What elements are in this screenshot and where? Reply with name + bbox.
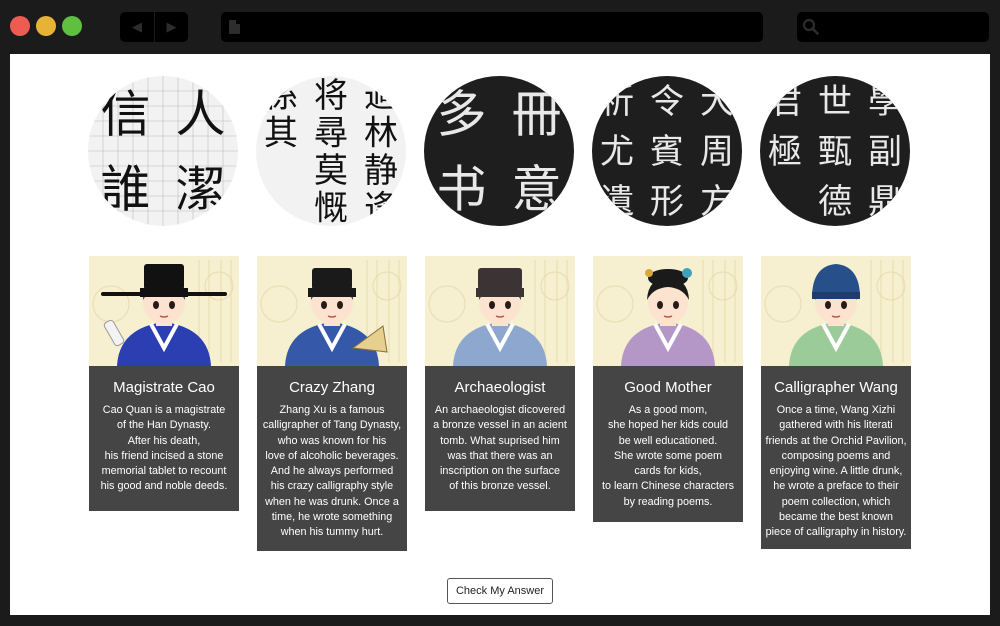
search-icon	[802, 18, 819, 35]
character-info: Calligrapher Wang Once a time, Wang Xizhi…	[761, 366, 911, 549]
regular-script-rubbing-glyph: 鼎	[868, 182, 902, 222]
regular-script-rubbing-glyph: 甄	[818, 132, 852, 172]
character-portrait	[761, 256, 911, 366]
character-name: Good Mother	[624, 379, 712, 396]
character-portrait	[593, 256, 743, 366]
cursive-script-rubbing-glyph: 冊	[512, 86, 562, 144]
character-card[interactable]: Good Mother As a good mom, she hoped her …	[593, 256, 743, 523]
character-portrait	[425, 256, 575, 366]
character-name: Archaeologist	[454, 379, 546, 396]
seal-script-rubbing-glyph: 賓	[650, 132, 684, 172]
cursive-script-rubbing-glyph: 意	[512, 161, 562, 219]
back-button[interactable]: ◀	[120, 12, 154, 42]
seal-script-rubbing-glyph: 遺	[600, 182, 634, 222]
browser-titlebar: ◀ ▶	[0, 0, 1000, 54]
character-info: Magistrate Cao Cao Quan is a magistrate o…	[89, 366, 239, 511]
character-description: Once a time, Wang Xizhi gathered with hi…	[765, 404, 907, 539]
character-card[interactable]: Crazy Zhang Zhang Xu is a famous calligra…	[257, 256, 407, 551]
forward-button[interactable]: ▶	[154, 12, 188, 42]
zoom-window-button[interactable]	[62, 16, 82, 36]
character-info: Crazy Zhang Zhang Xu is a famous calligra…	[257, 366, 407, 551]
close-window-button[interactable]	[10, 16, 30, 36]
running-script-sample-glyph: 莫	[314, 151, 348, 191]
running-script-sample-glyph: 慨	[314, 188, 348, 226]
regular-script-rubbing-glyph: 德	[818, 182, 852, 222]
cursive-script-rubbing-glyph: 多	[437, 86, 487, 144]
character-description: Zhang Xu is a famous calligrapher of Tan…	[262, 404, 402, 539]
seal-script-rubbing[interactable]: 大周方 令賓形 祈尤遺	[592, 76, 742, 226]
running-script-sample-glyph: 静	[364, 151, 398, 191]
character-description: Cao Quan is a magistrate of the Han Dyna…	[100, 404, 228, 493]
character-name: Crazy Zhang	[289, 379, 375, 396]
cursive-script-rubbing-glyph: 书	[437, 161, 487, 219]
regular-script-rubbing[interactable]: 學副鼎 世甄德 君極	[760, 76, 910, 226]
character-name: Calligrapher Wang	[774, 379, 898, 396]
browser-search-bar[interactable]	[797, 12, 989, 42]
running-script-sample-glyph: 適	[364, 76, 398, 116]
character-name: Magistrate Cao	[113, 379, 215, 396]
seal-script-rubbing-glyph: 尤	[600, 132, 634, 172]
regular-script-rubbing-glyph: 君	[768, 82, 802, 122]
seal-script-rubbing-glyph: 周	[700, 132, 734, 172]
seal-script-rubbing-glyph: 祈	[600, 82, 634, 122]
minimize-window-button[interactable]	[36, 16, 56, 36]
address-bar[interactable]	[221, 12, 763, 42]
calligraphy-grid-sample-glyph: 人	[176, 86, 226, 144]
running-script-sample-glyph: 尋	[314, 113, 348, 153]
character-portrait	[257, 256, 407, 366]
calligraphy-samples: 人潔信誰 適林静逢 将尋莫慨 係其 冊意多书 大周方 令賓形 祈尤遺 學副鼎 世甄德 君極	[88, 76, 912, 228]
check-my-answer-button[interactable]: Check My Answer	[447, 578, 553, 604]
navigation-buttons: ◀ ▶	[120, 12, 188, 42]
seal-script-rubbing-glyph: 大	[700, 82, 734, 122]
page-icon	[229, 20, 240, 34]
regular-script-rubbing-glyph: 世	[818, 82, 852, 122]
seal-script-rubbing-glyph: 令	[650, 82, 684, 122]
calligraphy-grid-sample-glyph: 誰	[101, 161, 151, 219]
running-script-sample-glyph: 林	[364, 113, 398, 153]
regular-script-rubbing-glyph: 學	[868, 82, 902, 122]
running-script-sample-glyph: 将	[314, 76, 348, 116]
running-script-sample-glyph: 係	[264, 76, 298, 116]
character-card[interactable]: Magistrate Cao Cao Quan is a magistrate o…	[89, 256, 239, 511]
character-card[interactable]: Archaeologist An archaeologist dicovered …	[425, 256, 575, 511]
seal-script-rubbing-glyph: 方	[700, 182, 734, 222]
running-script-sample-glyph: 逢	[364, 188, 398, 226]
regular-script-rubbing-glyph: 副	[868, 132, 902, 172]
character-info: Archaeologist An archaeologist dicovered …	[425, 366, 575, 511]
character-description: An archaeologist dicovered a bronze vess…	[433, 404, 567, 493]
character-description: As a good mom, she hoped her kids could …	[601, 404, 735, 508]
character-card[interactable]: Calligrapher Wang Once a time, Wang Xizhi…	[761, 256, 911, 549]
regular-script-rubbing-glyph: 極	[768, 132, 802, 172]
running-script-sample-glyph: 其	[264, 113, 298, 153]
running-script-sample[interactable]: 適林静逢 将尋莫慨 係其	[256, 76, 406, 226]
calligraphy-grid-sample[interactable]: 人潔信誰	[88, 76, 238, 226]
cursive-script-rubbing[interactable]: 冊意多书	[424, 76, 574, 226]
seal-script-rubbing-glyph: 形	[650, 182, 684, 222]
character-portrait	[89, 256, 239, 366]
calligraphy-grid-sample-glyph: 信	[101, 86, 151, 144]
calligraphy-grid-sample-glyph: 潔	[176, 161, 226, 219]
character-info: Good Mother As a good mom, she hoped her …	[593, 366, 743, 523]
page-viewport: 人潔信誰 適林静逢 将尋莫慨 係其 冊意多书 大周方 令賓形 祈尤遺 學副鼎 世甄德 君極 Magi…	[10, 54, 990, 615]
